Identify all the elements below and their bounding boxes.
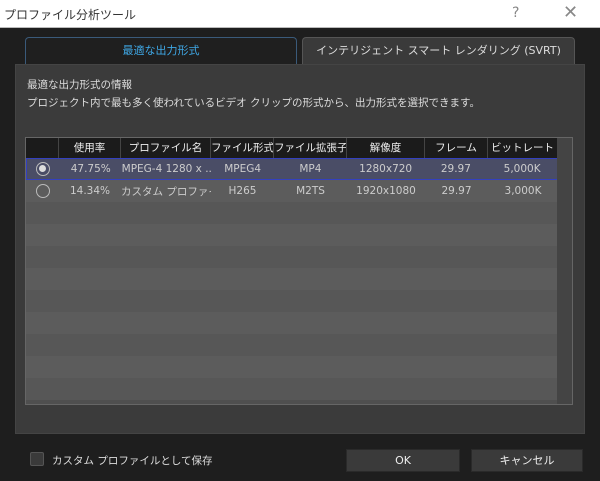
title-bar: プロファイル分析ツール ? ✕ bbox=[0, 0, 600, 28]
empty-row bbox=[26, 378, 558, 400]
close-button[interactable]: ✕ bbox=[563, 2, 578, 23]
empty-row bbox=[26, 334, 558, 356]
save-custom-label[interactable]: カスタム プロファイルとして保存 bbox=[52, 453, 213, 468]
col-select[interactable] bbox=[26, 138, 59, 158]
profile-table: 使用率 プロファイル名 ファイル形式 ファイル拡張子 解像度 フレーム ビットレ… bbox=[25, 137, 573, 405]
col-bitrate[interactable]: ビットレート bbox=[488, 138, 558, 158]
resolution: 1920x1080 bbox=[356, 185, 416, 197]
profile-name: MPEG-4 1280 x ... bbox=[121, 163, 212, 175]
empty-row bbox=[26, 312, 558, 334]
empty-row bbox=[26, 202, 558, 224]
tab-best-output[interactable]: 最適な出力形式 bbox=[25, 37, 297, 65]
save-custom-checkbox[interactable] bbox=[30, 452, 44, 466]
usage: 47.75% bbox=[70, 163, 111, 175]
frame-rate: 29.97 bbox=[440, 163, 471, 175]
row-radio[interactable] bbox=[35, 184, 50, 198]
frame-rate: 29.97 bbox=[441, 185, 472, 197]
col-resolution[interactable]: 解像度 bbox=[347, 138, 425, 158]
info-heading: 最適な出力形式の情報 bbox=[27, 79, 132, 91]
cancel-button[interactable]: キャンセル bbox=[471, 449, 583, 472]
file-extension: MP4 bbox=[299, 163, 322, 175]
file-extension: M2TS bbox=[296, 185, 325, 197]
file-format: H265 bbox=[228, 185, 257, 197]
table-scrollbar[interactable] bbox=[557, 138, 572, 404]
col-format[interactable]: ファイル形式 bbox=[211, 138, 274, 158]
empty-row bbox=[26, 224, 558, 246]
bitrate: 5,000K bbox=[503, 163, 541, 175]
row-radio[interactable] bbox=[36, 162, 51, 176]
bitrate: 3,000K bbox=[504, 185, 542, 197]
empty-row bbox=[26, 356, 558, 378]
empty-row bbox=[26, 268, 558, 290]
help-button[interactable]: ? bbox=[512, 5, 519, 21]
table-header: 使用率 プロファイル名 ファイル形式 ファイル拡張子 解像度 フレーム ビットレ… bbox=[26, 138, 558, 158]
col-profile[interactable]: プロファイル名 bbox=[121, 138, 211, 158]
file-format: MPEG4 bbox=[224, 163, 262, 175]
empty-row bbox=[26, 246, 558, 268]
info-description: プロジェクト内で最も多く使われているビデオ クリップの形式から、出力形式を選択で… bbox=[27, 97, 480, 109]
usage: 14.34% bbox=[69, 185, 111, 197]
table-row[interactable]: 14.34% カスタム プロファイル H265 M2TS 1920x1080 2… bbox=[26, 180, 558, 202]
table-row[interactable]: 47.75% MPEG-4 1280 x ... MPEG4 MP4 1280x… bbox=[26, 158, 558, 180]
col-usage[interactable]: 使用率 bbox=[59, 138, 121, 158]
ok-button[interactable]: OK bbox=[346, 449, 460, 472]
resolution: 1280x720 bbox=[359, 163, 413, 175]
profile-name: カスタム プロファイル bbox=[121, 185, 211, 198]
col-extension[interactable]: ファイル拡張子 bbox=[274, 138, 347, 158]
col-frame[interactable]: フレーム bbox=[425, 138, 488, 158]
tab-svrt[interactable]: インテリジェント スマート レンダリング (SVRT) bbox=[302, 37, 575, 65]
window-title: プロファイル分析ツール bbox=[4, 8, 137, 22]
empty-row bbox=[26, 290, 558, 312]
table-body: 47.75% MPEG-4 1280 x ... MPEG4 MP4 1280x… bbox=[26, 158, 558, 400]
